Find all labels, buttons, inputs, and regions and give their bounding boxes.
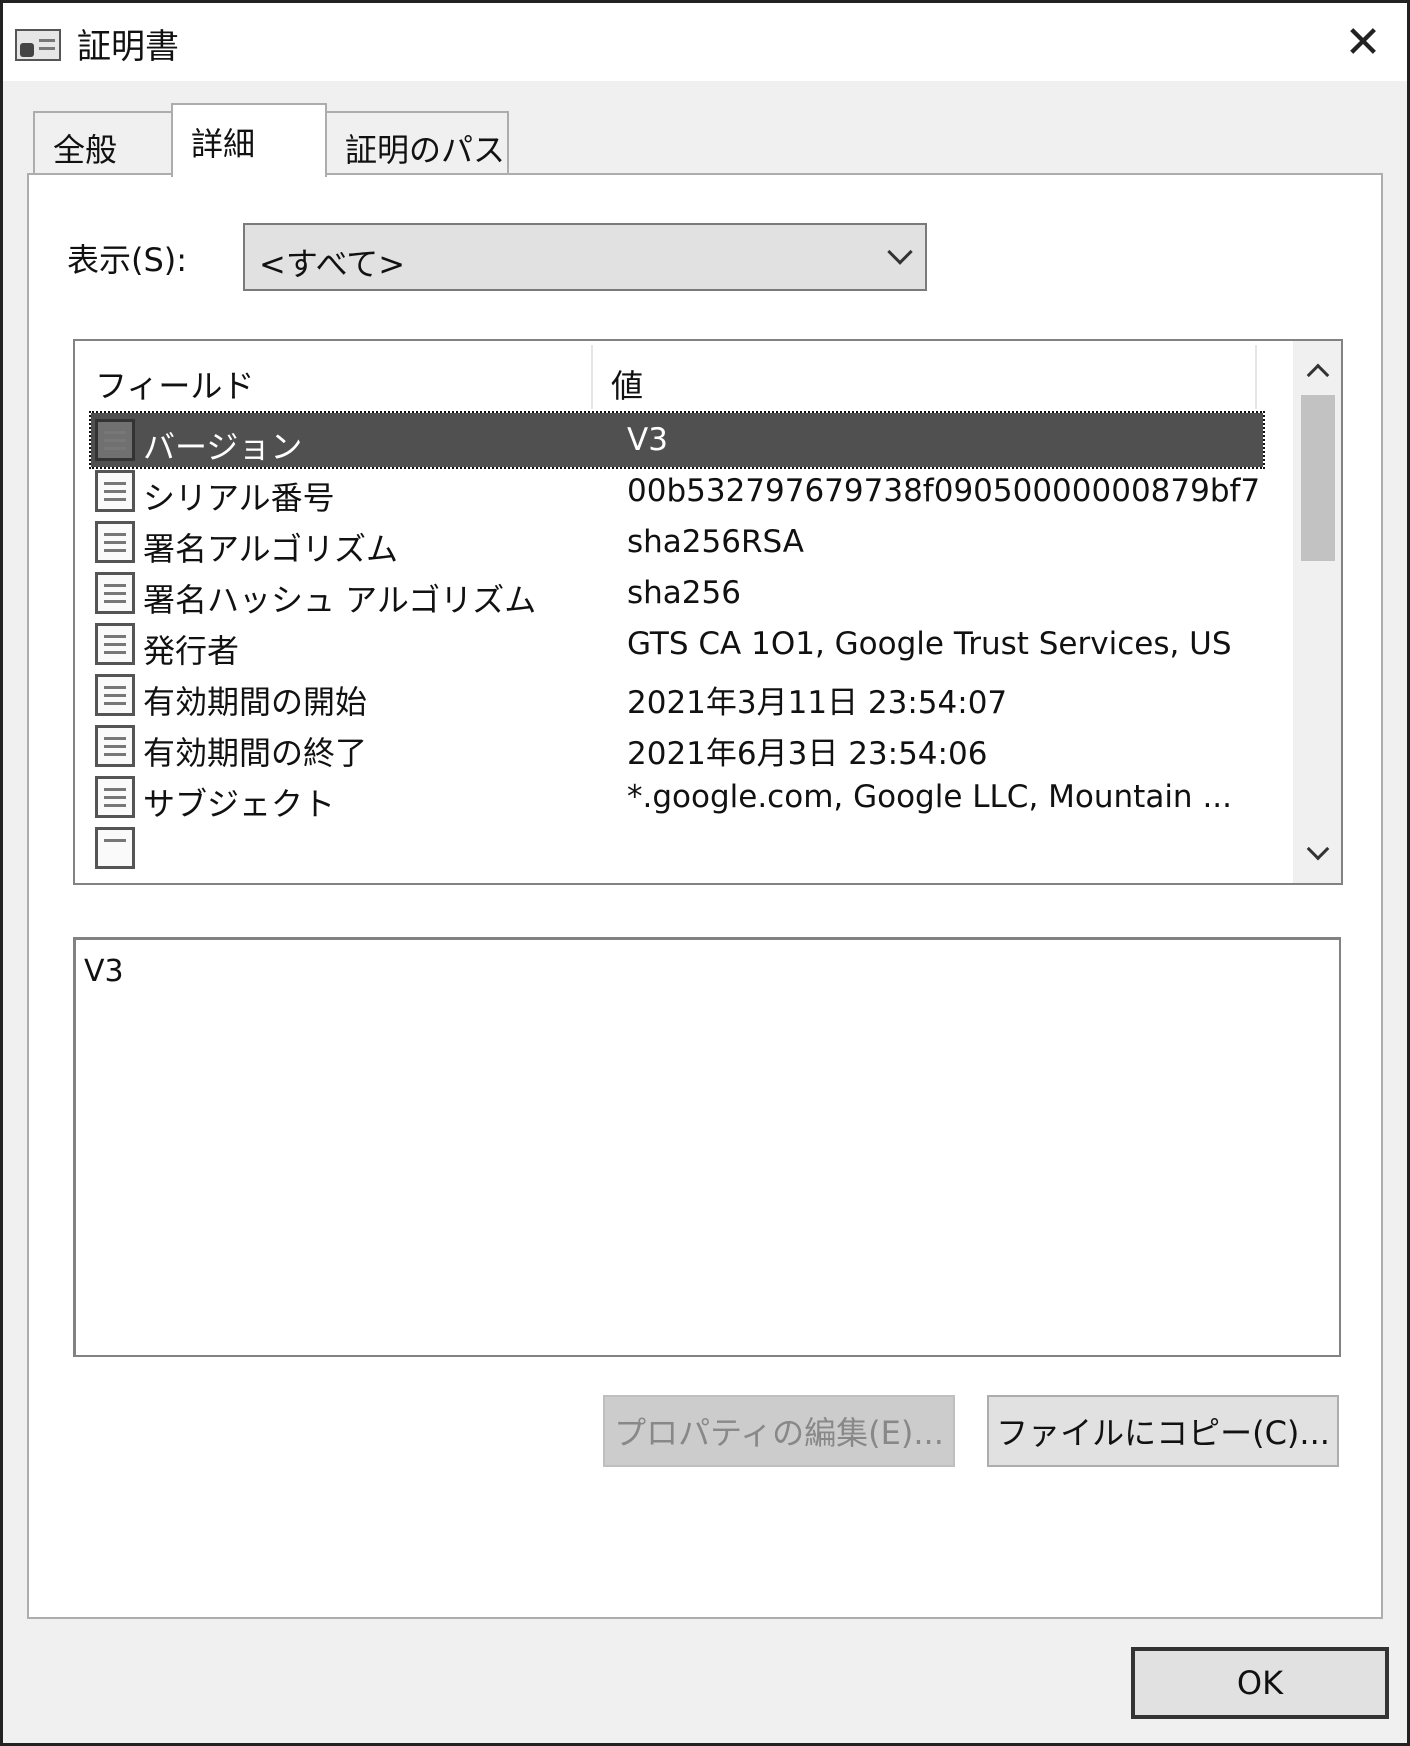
close-icon: ✕	[1344, 16, 1382, 68]
row-field: シリアル番号	[143, 479, 335, 517]
field-icon	[95, 623, 135, 665]
list-row[interactable]: 署名ハッシュ アルゴリズム sha256	[91, 566, 1263, 620]
field-icon	[95, 776, 135, 818]
show-dropdown-value: <すべて>	[259, 245, 406, 283]
certificate-dialog: 証明書 ✕ 全般 詳細 証明のパス 表示(S): <すべて> フィールド 値 バ…	[0, 0, 1410, 1746]
value-detail-box[interactable]: V3	[73, 937, 1341, 1357]
row-field: バージョン	[143, 428, 303, 466]
close-button[interactable]: ✕	[1333, 15, 1393, 69]
list-row[interactable]: 発行者 GTS CA 1O1, Google Trust Services, U…	[91, 617, 1263, 671]
vertical-scrollbar[interactable]	[1293, 341, 1341, 883]
window-title: 証明書	[77, 27, 179, 67]
list-row[interactable]: 有効期間の終了 2021年6月3日 23:54:06	[91, 719, 1263, 773]
row-field: 有効期間の終了	[143, 734, 368, 772]
field-icon	[95, 521, 135, 563]
row-value: GTS CA 1O1, Google Trust Services, US	[627, 626, 1232, 662]
list-row[interactable]: バージョン V3	[89, 411, 1265, 469]
list-header: フィールド 値	[75, 341, 1259, 413]
tab-certification-path[interactable]: 証明のパス	[325, 111, 509, 175]
show-label: 表示(S):	[67, 241, 188, 279]
list-row-partial[interactable]	[91, 821, 1263, 875]
row-field: 発行者	[143, 632, 240, 670]
scroll-down-icon[interactable]	[1306, 837, 1330, 861]
copy-to-file-button[interactable]: ファイルにコピー(C)...	[987, 1395, 1339, 1467]
field-icon	[95, 674, 135, 716]
row-value: V3	[627, 422, 668, 458]
edit-properties-button[interactable]: プロパティの編集(E)...	[603, 1395, 955, 1467]
ok-button[interactable]: OK	[1131, 1647, 1389, 1719]
title-bar: 証明書 ✕	[3, 3, 1407, 81]
list-row[interactable]: 有効期間の開始 2021年3月11日 23:54:07	[91, 668, 1263, 722]
field-icon	[95, 470, 135, 512]
row-field: 署名ハッシュ アルゴリズム	[143, 581, 537, 619]
tab-details[interactable]: 詳細	[171, 103, 327, 177]
field-icon	[95, 572, 135, 614]
tab-general[interactable]: 全般	[33, 111, 173, 175]
row-value: sha256	[627, 575, 741, 611]
field-icon	[95, 725, 135, 767]
column-header-field[interactable]: フィールド	[95, 361, 254, 407]
row-value: *.google.com, Google LLC, Mountain ...	[627, 779, 1232, 815]
field-icon	[95, 419, 135, 461]
column-divider[interactable]	[1255, 345, 1257, 409]
certificate-icon	[15, 29, 61, 61]
row-value: 2021年6月3日 23:54:06	[627, 736, 988, 772]
row-field: サブジェクト	[143, 785, 336, 823]
scroll-thumb[interactable]	[1301, 395, 1335, 561]
show-dropdown[interactable]: <すべて>	[243, 223, 927, 291]
list-row[interactable]: サブジェクト *.google.com, Google LLC, Mountai…	[91, 770, 1263, 824]
field-icon	[95, 827, 135, 869]
row-value: sha256RSA	[627, 524, 804, 560]
row-value: 2021年3月11日 23:54:07	[627, 685, 1008, 721]
value-detail-text: V3	[84, 954, 124, 989]
column-divider[interactable]	[591, 345, 593, 409]
row-value: 00b532797679738f09050000000879bf7	[627, 473, 1261, 509]
list-row[interactable]: 署名アルゴリズム sha256RSA	[91, 515, 1263, 569]
row-field: 署名アルゴリズム	[143, 530, 399, 568]
column-header-value[interactable]: 値	[611, 361, 643, 407]
row-field: 有効期間の開始	[143, 683, 368, 721]
chevron-down-icon	[887, 239, 913, 265]
scroll-up-icon[interactable]	[1306, 363, 1330, 387]
field-list[interactable]: フィールド 値 バージョン V3 シリアル番号 00b532797679738f…	[73, 339, 1343, 885]
list-row[interactable]: シリアル番号 00b532797679738f09050000000879bf7	[91, 464, 1263, 518]
